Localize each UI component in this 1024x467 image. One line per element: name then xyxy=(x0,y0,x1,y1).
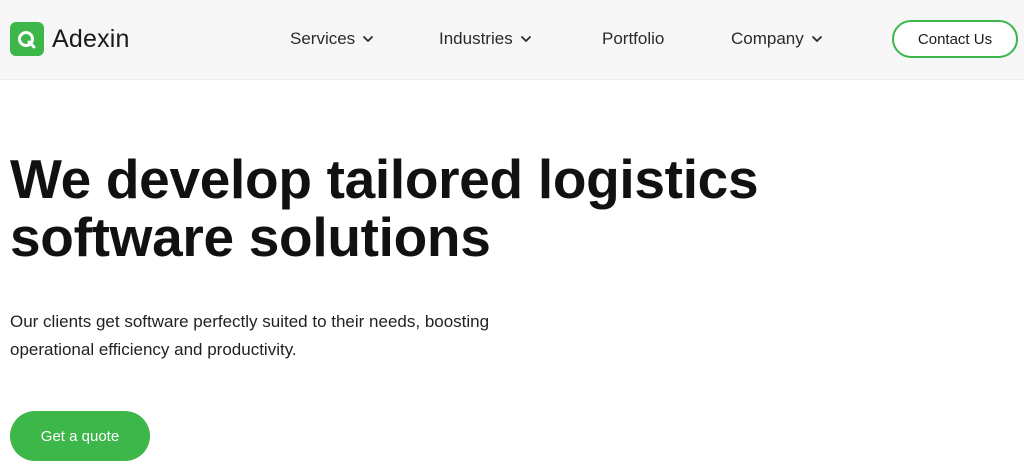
chevron-down-icon xyxy=(520,36,531,42)
nav-item-industries-label: Industries xyxy=(439,29,513,48)
hero-subtitle: Our clients get software perfectly suite… xyxy=(10,308,570,364)
hero-title-line1: We develop tailored logistics xyxy=(10,148,759,210)
nav-item-portfolio[interactable]: Portfolio xyxy=(602,27,664,51)
chevron-down-icon xyxy=(363,36,374,42)
site-header: Adexin Services Industries Portfolio Com… xyxy=(0,0,1024,80)
nav-item-services[interactable]: Services xyxy=(290,27,374,51)
nav-item-company[interactable]: Company xyxy=(731,27,823,51)
nav-item-services-label: Services xyxy=(290,29,356,48)
get-a-quote-button[interactable]: Get a quote xyxy=(10,411,150,461)
nav-item-company-label: Company xyxy=(731,29,804,48)
hero-subtitle-line1: Our clients get software perfectly suite… xyxy=(10,312,490,331)
hero-title-line2: software solutions xyxy=(10,206,491,268)
chevron-down-icon xyxy=(811,36,822,42)
brand-name: Adexin xyxy=(52,24,130,53)
adexin-logo-icon xyxy=(10,22,44,56)
hero-subtitle-line2: operational efficiency and productivity. xyxy=(10,340,297,359)
hero-title: We develop tailored logistics software s… xyxy=(10,150,910,266)
nav-item-portfolio-label: Portfolio xyxy=(602,29,665,48)
brand-logo[interactable]: Adexin xyxy=(10,22,130,56)
contact-us-button[interactable]: Contact Us xyxy=(892,20,1018,58)
nav-item-industries[interactable]: Industries xyxy=(439,27,532,51)
